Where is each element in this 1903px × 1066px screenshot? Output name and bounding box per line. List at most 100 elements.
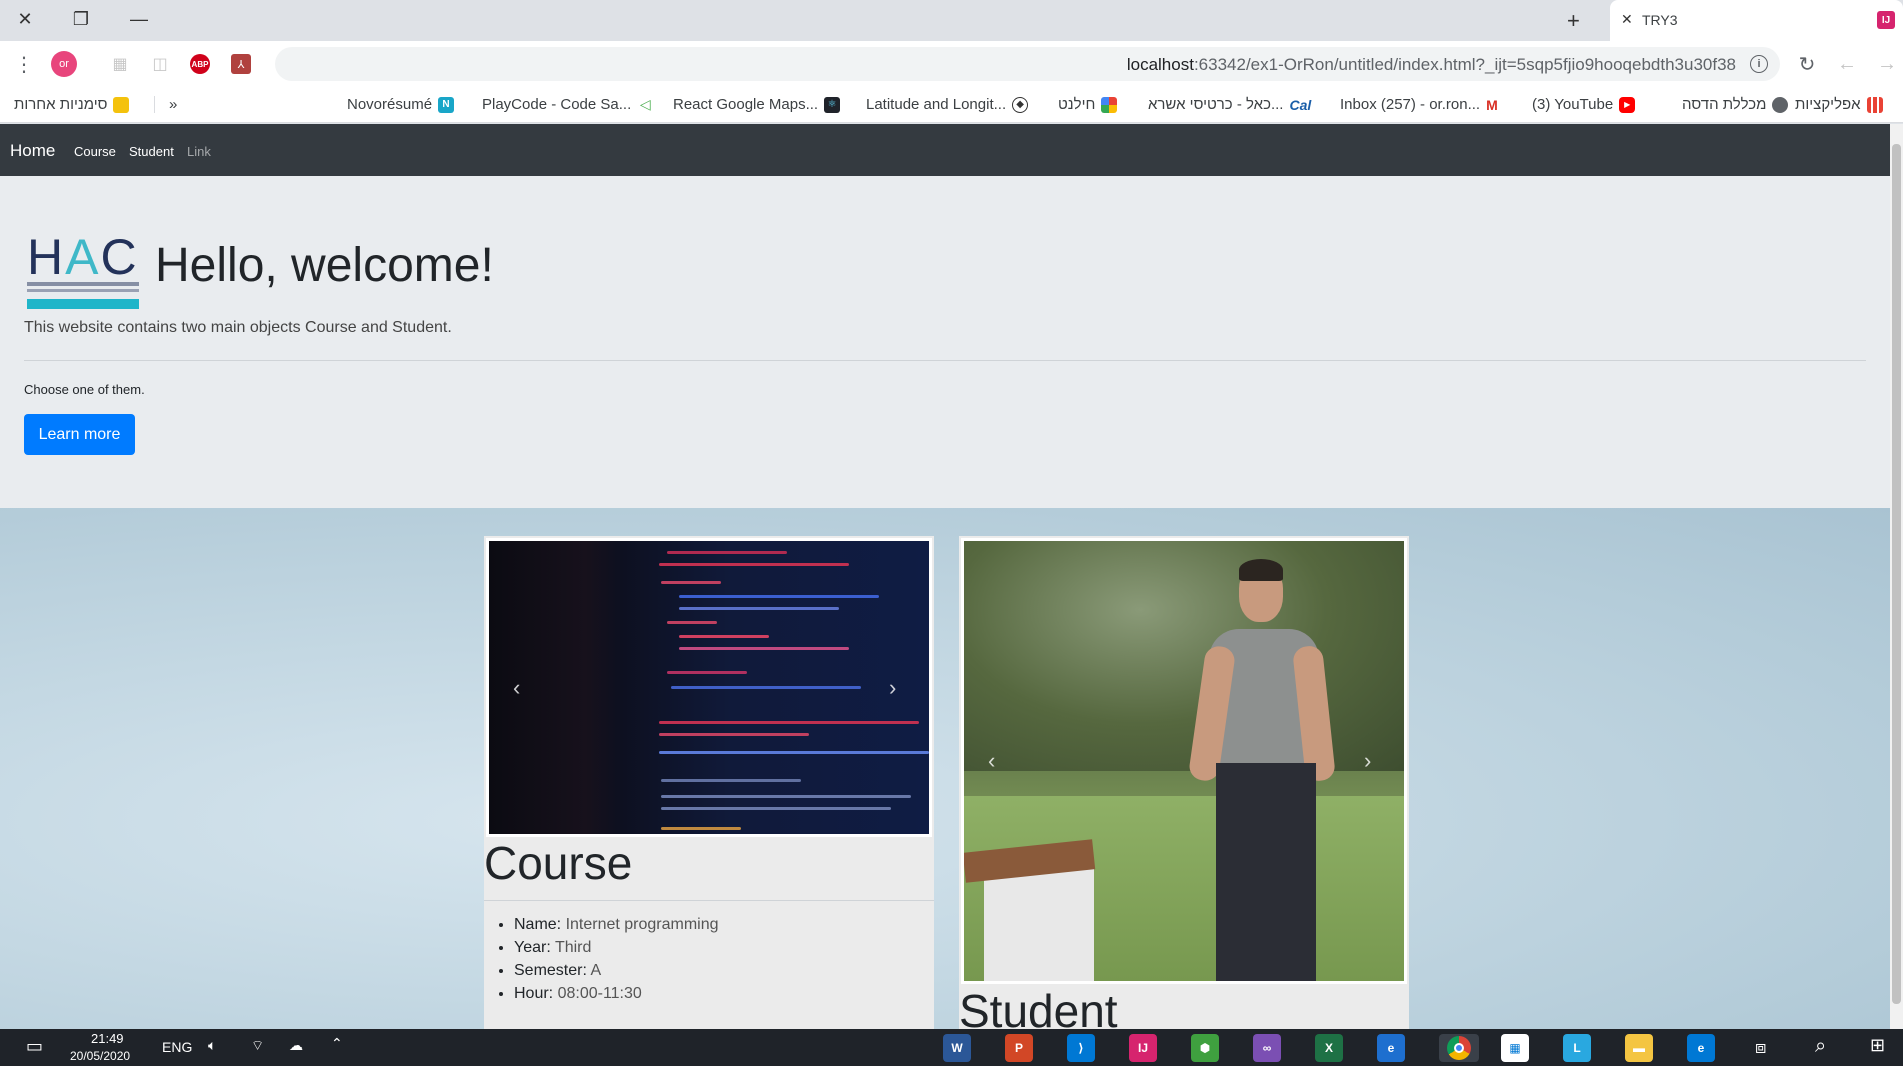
word-icon[interactable]: W bbox=[943, 1034, 971, 1062]
clock-date[interactable]: 20/05/2020 bbox=[70, 1049, 130, 1063]
profile-avatar[interactable]: or bbox=[51, 51, 77, 77]
carousel-next-icon[interactable]: › bbox=[889, 675, 896, 701]
course-card: ‹ › Course Name: Internet programming Ye… bbox=[484, 536, 934, 1029]
list-item: Name: Internet programming bbox=[514, 916, 719, 934]
hac-logo: HAC bbox=[27, 229, 139, 310]
internet-explorer-icon[interactable]: e bbox=[1377, 1034, 1405, 1062]
show-hidden-icons-icon[interactable]: ⌃ bbox=[331, 1035, 343, 1052]
powerpoint-icon[interactable]: P bbox=[1005, 1034, 1033, 1062]
hilnet-icon bbox=[1101, 96, 1118, 113]
course-title: Course bbox=[484, 837, 633, 889]
volume-icon[interactable]: 🔈︎ bbox=[208, 1037, 216, 1054]
search-icon[interactable]: ⌕ bbox=[1815, 1035, 1826, 1058]
novoresume-icon: N bbox=[438, 96, 455, 113]
bookmark-playcode[interactable]: PlayCode - Code Sa... ◁ bbox=[482, 96, 654, 113]
l-app-icon[interactable]: L bbox=[1563, 1034, 1591, 1062]
student-carousel: ‹ › bbox=[961, 538, 1407, 984]
browser-tabstrip: ✕ ❐ — + ✕ TRY3 IJ bbox=[0, 0, 1903, 41]
course-image: ‹ › bbox=[489, 541, 929, 834]
cal-icon: Cal bbox=[1289, 96, 1312, 113]
clock-time[interactable]: 21:49 bbox=[91, 1031, 124, 1046]
carousel-prev-icon[interactable]: ‹ bbox=[988, 748, 995, 774]
page-scrollbar[interactable] bbox=[1890, 124, 1903, 1029]
carousel-prev-icon[interactable]: ‹ bbox=[513, 675, 520, 701]
carousel-next-icon[interactable]: › bbox=[1364, 748, 1371, 774]
tab-title: TRY3 bbox=[1642, 12, 1678, 28]
visual-studio-icon[interactable]: ∞ bbox=[1253, 1034, 1281, 1062]
bookmark-other[interactable]: סימניות אחרות bbox=[14, 96, 130, 113]
course-details-list: Name: Internet programming Year: Third S… bbox=[514, 916, 719, 1008]
jumbotron: HAC Hello, welcome! This website contain… bbox=[0, 176, 1890, 508]
vscode-icon[interactable]: ⟩ bbox=[1067, 1034, 1095, 1062]
course-divider bbox=[484, 900, 934, 901]
page-title: Hello, welcome! bbox=[155, 239, 494, 292]
acrobat-icon[interactable]: ⅄ bbox=[229, 52, 253, 76]
browser-tab[interactable]: ✕ TRY3 IJ bbox=[1610, 0, 1903, 41]
address-bar[interactable]: localhost:63342/ex1-OrRon/untitled/index… bbox=[275, 47, 1780, 81]
choose-text: Choose one of them. bbox=[24, 382, 145, 397]
globe-icon bbox=[1772, 96, 1789, 113]
divider bbox=[24, 360, 1866, 361]
tab-close-icon[interactable]: ✕ bbox=[1621, 11, 1633, 28]
folder-icon bbox=[113, 96, 130, 113]
intellij-favicon-icon: IJ bbox=[1877, 11, 1895, 29]
task-view-icon[interactable]: ⧈ bbox=[1755, 1037, 1766, 1058]
language-indicator[interactable]: ENG bbox=[162, 1039, 192, 1055]
node-icon[interactable]: ⬢ bbox=[1191, 1034, 1219, 1062]
adblock-icon[interactable]: ABP bbox=[188, 52, 212, 76]
intellij-icon[interactable]: IJ bbox=[1129, 1034, 1157, 1062]
bookmark-apps[interactable]: אפליקציות . bbox=[1795, 96, 1883, 113]
new-tab-icon[interactable]: + bbox=[1567, 8, 1580, 34]
extension-icon[interactable]: ▦ bbox=[108, 52, 132, 76]
nav-course-link[interactable]: Course bbox=[74, 144, 116, 159]
bookmark-novoresume[interactable]: Novorésumé N bbox=[347, 96, 455, 113]
bookmark-youtube[interactable]: (3) YouTube ▶ bbox=[1532, 96, 1636, 113]
gmail-icon: M bbox=[1486, 96, 1498, 113]
page-viewport: Home Course Student Link HAC Hello, welc… bbox=[0, 124, 1890, 1029]
list-item: Year: Third bbox=[514, 939, 719, 957]
close-window-icon[interactable]: ✕ bbox=[10, 6, 40, 32]
excel-icon[interactable]: X bbox=[1315, 1034, 1343, 1062]
menu-kebab-icon[interactable]: ⋮ bbox=[12, 52, 36, 76]
list-item: Hour: 08:00-11:30 bbox=[514, 985, 719, 1003]
nav-link-link[interactable]: Link bbox=[187, 144, 211, 159]
site-info-icon[interactable]: i bbox=[1750, 55, 1768, 73]
bookmark-overflow[interactable]: » bbox=[154, 96, 177, 113]
bookmark-hadassah[interactable]: מכללת הדסה bbox=[1682, 96, 1789, 113]
file-explorer-icon[interactable]: ▬ bbox=[1625, 1034, 1653, 1062]
wifi-icon[interactable]: ⌔ bbox=[251, 1037, 264, 1055]
student-card: ‹ › Student bbox=[959, 536, 1409, 1029]
bookmark-gmail[interactable]: Inbox (257) - or.ron... M bbox=[1340, 96, 1498, 113]
student-title: Student bbox=[959, 985, 1118, 1029]
windows-start-icon[interactable]: ⊞ bbox=[1870, 1035, 1885, 1056]
bookmark-react-google-maps[interactable]: React Google Maps... ⚛ bbox=[673, 96, 841, 113]
playcode-icon: ◁ bbox=[637, 96, 654, 113]
pocket-icon[interactable]: ◫ bbox=[148, 52, 172, 76]
forward-arrow-icon[interactable]: ← bbox=[1835, 52, 1859, 76]
store-icon[interactable]: ▦ bbox=[1501, 1034, 1529, 1062]
bookmark-latitude-longitude[interactable]: Latitude and Longit... ◆ bbox=[866, 96, 1029, 113]
content-background bbox=[0, 508, 1890, 1029]
nav-home-link[interactable]: Home bbox=[10, 141, 55, 161]
logo-text: HAC bbox=[27, 229, 139, 285]
windows-taskbar: ▭ 21:49 20/05/2020 ENG 🔈︎ ⌔ ☁︎ ⌃ W P ⟩ I… bbox=[0, 1029, 1903, 1066]
onedrive-icon[interactable]: ☁︎ bbox=[289, 1037, 303, 1054]
notifications-icon[interactable]: ▭ bbox=[26, 1036, 43, 1057]
learn-more-button[interactable]: Learn more bbox=[24, 414, 135, 455]
restore-window-icon[interactable]: ❐ bbox=[66, 6, 96, 32]
minimize-window-icon[interactable]: — bbox=[124, 6, 154, 32]
edge-icon[interactable]: e bbox=[1687, 1034, 1715, 1062]
course-carousel: ‹ › bbox=[486, 538, 932, 837]
nav-student-link[interactable]: Student bbox=[129, 144, 174, 159]
apps-grid-icon: . bbox=[1866, 96, 1883, 113]
compass-icon: ◆ bbox=[1012, 96, 1029, 113]
bookmark-cal[interactable]: כאל - כרטיסי אשרא... Cal bbox=[1148, 96, 1311, 113]
react-icon: ⚛ bbox=[824, 96, 841, 113]
student-image: ‹ › bbox=[964, 541, 1404, 981]
bookmarks-bar: סימניות אחרות » Novorésumé N PlayCode - … bbox=[0, 87, 1903, 123]
bookmark-hilnet[interactable]: חילנט bbox=[1058, 96, 1118, 113]
reload-icon[interactable]: ↻ bbox=[1795, 52, 1819, 76]
chrome-icon[interactable] bbox=[1439, 1034, 1479, 1062]
url-text[interactable]: localhost:63342/ex1-OrRon/untitled/index… bbox=[1127, 55, 1736, 75]
back-arrow-icon[interactable]: → bbox=[1875, 52, 1899, 76]
